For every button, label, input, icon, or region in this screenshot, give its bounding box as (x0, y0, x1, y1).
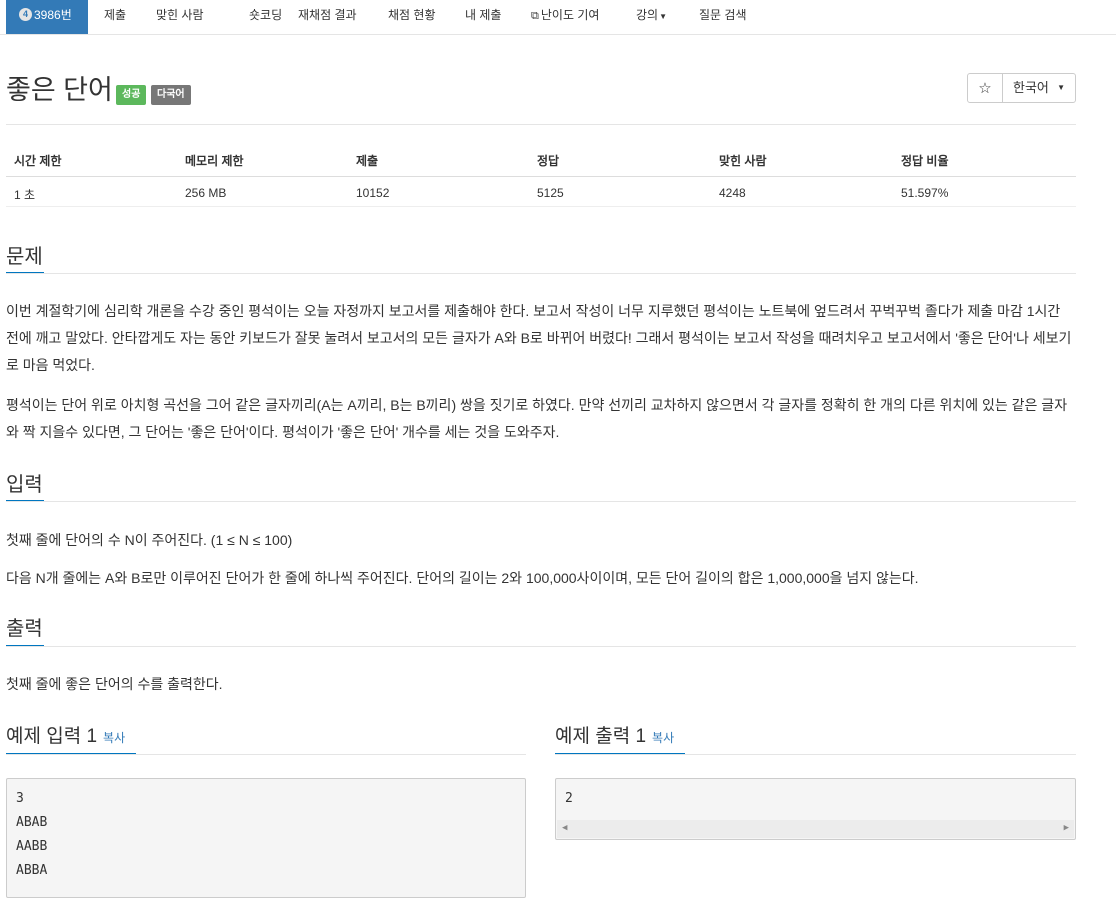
tier-badge-icon: 4 (19, 8, 32, 22)
caret-down-icon: ▼ (659, 12, 668, 21)
output-heading: 출력 (6, 618, 43, 640)
nav-submit[interactable]: 제출 (104, 0, 126, 34)
nav-lectures-dropdown[interactable]: 강의▼ (636, 0, 667, 34)
language-select[interactable]: 한국어 ▼ (1002, 73, 1076, 103)
nav-status[interactable]: 채점 현황 (388, 0, 436, 34)
divider (6, 273, 1076, 274)
language-badge: 다국어 (151, 85, 191, 105)
example-input-line: ABAB (16, 815, 48, 830)
example-output-line: 2 (565, 791, 573, 806)
td-memory-limit: 256 MB (185, 186, 227, 200)
table-bottom-divider (6, 206, 1076, 207)
nav-my-submissions[interactable]: 내 제출 (465, 0, 501, 34)
page-title: 좋은 단어 (6, 75, 113, 105)
td-solved-users: 4248 (719, 186, 746, 200)
nav-solved-users[interactable]: 맞힌 사람 (156, 0, 204, 34)
nav-short-coding[interactable]: 숏코딩 (249, 0, 282, 34)
th-memory-limit: 메모리 제한 (185, 154, 244, 168)
description-paragraph: 평석이는 단어 위로 아치형 곡선을 그어 같은 글자끼리(A는 A끼리, B는… (6, 397, 1068, 440)
divider (555, 754, 1076, 755)
scroll-right-icon[interactable]: ▶ (1064, 823, 1069, 833)
example-output-box: 2 ◀ ▶ (555, 778, 1076, 840)
th-accept-ratio: 정답 비율 (901, 154, 949, 168)
example-input-heading: 예제 입력 1 복사 (6, 726, 126, 747)
star-icon: ☆ (978, 80, 992, 97)
input-paragraph: 다음 N개 줄에는 A와 B로만 이루어진 단어가 한 줄에 하나씩 주어진다.… (6, 570, 919, 586)
star-button[interactable]: ☆ (967, 73, 1003, 103)
scroll-left-icon[interactable]: ◀ (562, 823, 567, 833)
table-header-divider (6, 176, 1076, 177)
status-badge: 성공 (116, 85, 147, 105)
input-paragraph: 첫째 줄에 단어의 수 N이 주어진다. (1 ≤ N ≤ 100) (6, 532, 293, 548)
nav-rejudge-results[interactable]: 재채점 결과 (298, 0, 357, 34)
external-link-icon: ⧉ (531, 10, 539, 22)
divider (6, 754, 526, 755)
input-heading: 입력 (6, 474, 43, 496)
example-input-line: ABBA (16, 863, 48, 878)
th-solved-users: 맞힌 사람 (719, 154, 767, 168)
output-paragraph: 첫째 줄에 좋은 단어의 수를 출력한다. (6, 676, 223, 692)
example-input-line: AABB (16, 839, 48, 854)
description-paragraph: 이번 계절학기에 심리학 개론을 수강 중인 평석이는 오늘 자정까지 보고서를… (6, 303, 1072, 373)
th-accepted: 정답 (537, 154, 560, 168)
divider (6, 501, 1076, 502)
divider (6, 124, 1076, 125)
nav-problem-number[interactable]: 4 3986번 (6, 0, 88, 34)
description-heading: 문제 (6, 246, 43, 268)
caret-down-icon: ▼ (1057, 83, 1065, 92)
td-accept-ratio: 51.597% (901, 186, 949, 200)
copy-input-link[interactable]: 복사 (103, 731, 125, 745)
example-input-line: 3 (16, 791, 24, 806)
horizontal-scrollbar[interactable]: ◀ ▶ (557, 820, 1074, 838)
td-submissions: 10152 (356, 186, 390, 200)
nav-difficulty-contribution[interactable]: ⧉ 난이도 기여 (531, 0, 599, 34)
copy-output-link[interactable]: 복사 (652, 731, 674, 745)
th-time-limit: 시간 제한 (14, 154, 62, 168)
divider (6, 646, 1076, 647)
problem-nav: 4 3986번 제출 맞힌 사람 숏코딩 재채점 결과 채점 현황 내 제출 ⧉ 난… (0, 0, 1116, 35)
th-submissions: 제출 (356, 154, 379, 168)
example-output-heading: 예제 출력 1 복사 (555, 726, 675, 747)
nav-question-search[interactable]: 질문 검색 (699, 0, 747, 34)
td-time-limit: 1 초 (14, 188, 36, 202)
td-accepted: 5125 (537, 186, 564, 200)
example-input-box: 3 ABAB AABB ABBA (6, 778, 526, 898)
